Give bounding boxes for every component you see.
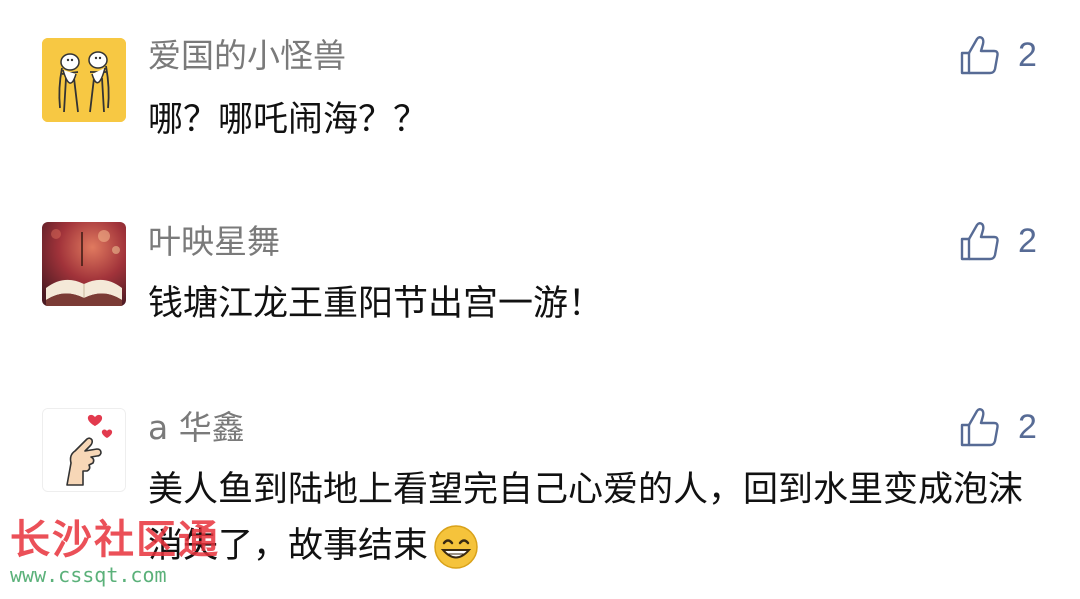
like-button[interactable]: 2	[958, 404, 1037, 450]
avatar[interactable]	[42, 38, 126, 122]
cartoon-animals-avatar-icon	[42, 38, 126, 122]
avatar[interactable]	[42, 408, 126, 492]
comment-text: 钱塘江龙王重阳节出宫一游！	[148, 284, 604, 324]
comment-text: 哪？哪吒闹海？？	[148, 100, 429, 140]
comment-username[interactable]: a 华鑫	[148, 408, 245, 448]
like-count: 2	[1018, 407, 1037, 446]
like-button[interactable]: 2	[958, 218, 1037, 264]
watermark-title: 长沙社区通	[10, 517, 220, 563]
thumbs-up-icon	[960, 36, 999, 75]
like-button[interactable]: 2	[958, 32, 1037, 78]
comment-text: 美人鱼到陆地上看望完自己心爱的人，回到水里变成泡沫消失了，故事结束	[148, 462, 1038, 574]
comment-text-content: 美人鱼到陆地上看望完自己心爱的人，回到水里变成泡沫消失了，故事结束	[148, 470, 1024, 566]
watermark-url: www.cssqt.com	[10, 563, 167, 587]
site-watermark: 长沙社区通 www.cssqt.com	[10, 518, 220, 586]
avatar[interactable]	[42, 222, 126, 306]
comment-username[interactable]: 叶映星舞	[148, 222, 280, 262]
like-count: 2	[1018, 221, 1037, 260]
thumbs-up-icon	[960, 408, 999, 447]
open-book-avatar-icon	[42, 222, 126, 306]
finger-heart-avatar-icon	[43, 409, 125, 491]
comment-username[interactable]: 爱国的小怪兽	[148, 36, 346, 76]
thumbs-up-icon	[960, 222, 999, 261]
grinning-face-emoji	[434, 525, 478, 569]
like-count: 2	[1018, 35, 1037, 74]
